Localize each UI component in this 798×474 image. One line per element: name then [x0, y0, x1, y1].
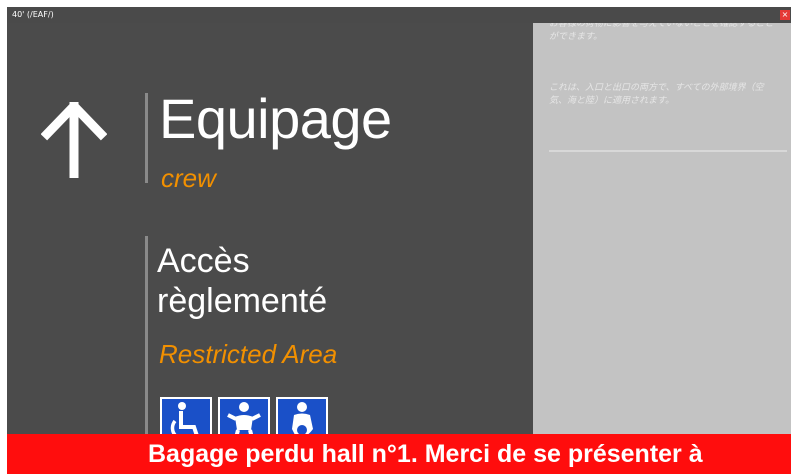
access-label-en: Restricted Area: [159, 339, 338, 369]
access-label-line2: règlementé: [157, 282, 328, 320]
divider: [549, 150, 787, 152]
window-titlebar: 40' (/EAF/) ×: [7, 7, 791, 23]
signage-panel: Equipage crew Accès règlementé Restricte…: [7, 23, 533, 434]
arrow-up-icon: [40, 99, 108, 182]
separator-line: [145, 236, 148, 434]
access-label-line1: Accès: [157, 242, 250, 280]
pictogram-row: [160, 397, 328, 434]
heading-crew-fr: Equipage: [159, 87, 392, 150]
info-paragraph: お客様の荷物に影響を与えていないことを確認することができます。: [549, 23, 774, 42]
heading-crew-en: crew: [161, 163, 216, 193]
ticker-text: Bagage perdu hall n°1. Merci de se prése…: [148, 440, 703, 468]
wheelchair-icon: [160, 397, 212, 434]
pregnant-woman-icon: [276, 397, 328, 434]
access-label-fr: Accès règlementé: [157, 241, 327, 321]
announcement-ticker: Bagage perdu hall n°1. Merci de se prése…: [7, 434, 791, 474]
info-panel: お客様の荷物に影響を与えていないことを確認することができます。 これは、入口と出…: [533, 23, 791, 434]
baby-icon: [218, 397, 270, 434]
info-paragraph: これは、入口と出口の両方で、すべての外部境界（空気、海と陸）に適用されます。: [549, 83, 764, 106]
close-button[interactable]: ×: [780, 10, 790, 20]
separator-line: [145, 93, 148, 183]
window-title: 40' (/EAF/): [12, 10, 54, 19]
